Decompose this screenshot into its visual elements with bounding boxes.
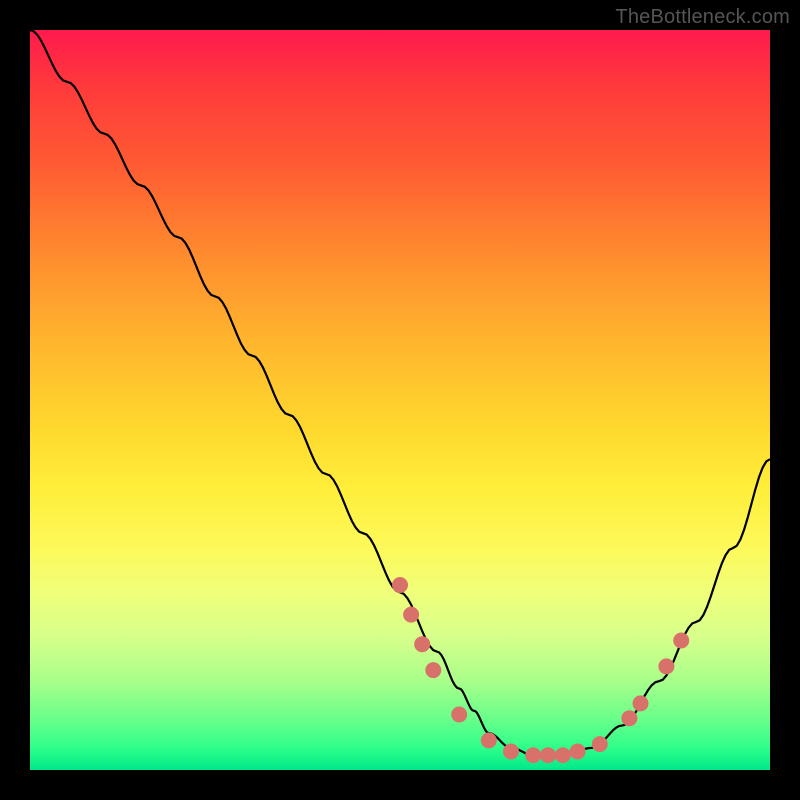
plot-area: [30, 30, 770, 770]
chart-svg: [30, 30, 770, 770]
data-marker: [570, 744, 586, 760]
data-marker: [633, 695, 649, 711]
data-marker: [481, 732, 497, 748]
bottleneck-curve: [30, 30, 770, 755]
data-marker: [673, 633, 689, 649]
data-marker: [540, 747, 556, 763]
watermark-text: TheBottleneck.com: [615, 6, 790, 29]
data-marker: [503, 744, 519, 760]
data-marker: [658, 658, 674, 674]
data-marker: [392, 577, 408, 593]
data-marker: [592, 736, 608, 752]
data-marker: [555, 747, 571, 763]
marker-group: [392, 577, 689, 763]
data-marker: [621, 710, 637, 726]
data-marker: [414, 636, 430, 652]
data-marker: [451, 707, 467, 723]
data-marker: [525, 747, 541, 763]
data-marker: [425, 662, 441, 678]
chart-frame: TheBottleneck.com: [0, 0, 800, 800]
data-marker: [403, 607, 419, 623]
